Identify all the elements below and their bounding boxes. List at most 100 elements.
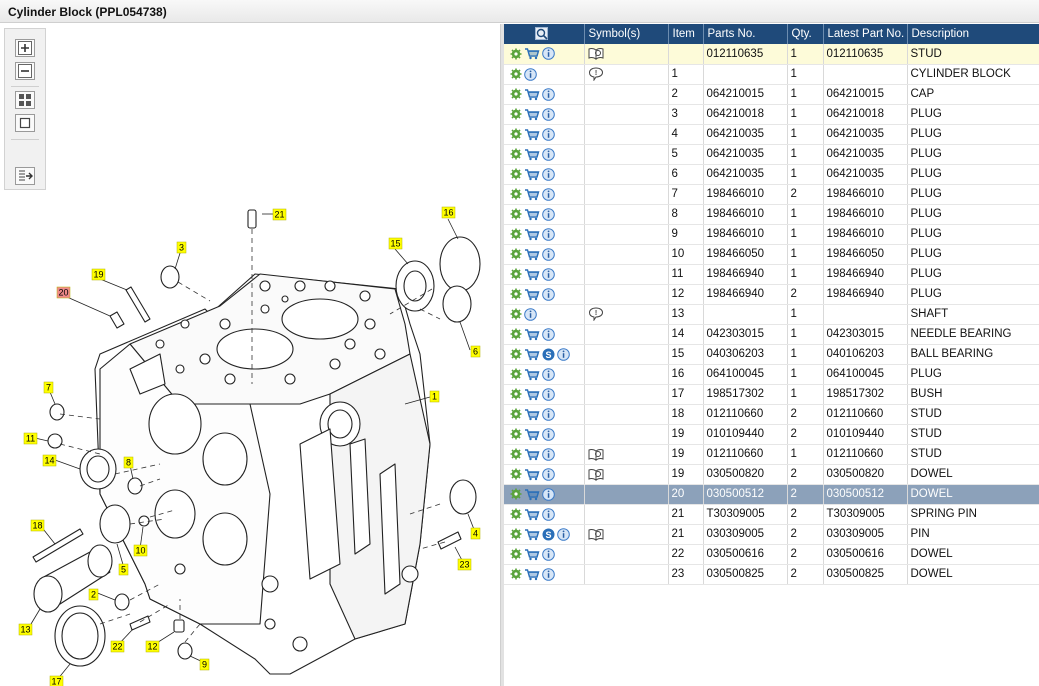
info-icon[interactable]	[542, 327, 555, 341]
gear-icon[interactable]	[510, 388, 522, 400]
callout-10[interactable]: 10	[133, 544, 148, 557]
diagram-pane[interactable]: 21 16 3 15 19 20 6 7 1 11 14 8 18 4 5 10 23 2 13 22 12 9 17	[0, 24, 500, 686]
cart-icon[interactable]	[524, 568, 540, 581]
cart-icon[interactable]	[524, 508, 540, 521]
header-item[interactable]: Item	[668, 24, 704, 44]
substitute-icon[interactable]: S	[542, 528, 555, 541]
gear-icon[interactable]	[510, 428, 522, 440]
callout-20[interactable]: 20	[56, 286, 71, 299]
info-icon[interactable]	[542, 547, 555, 561]
note-symbol-icon[interactable]: !	[588, 307, 604, 321]
info-icon[interactable]	[542, 107, 555, 121]
info-icon[interactable]	[542, 247, 555, 261]
cart-icon[interactable]	[524, 108, 540, 121]
gear-icon[interactable]	[510, 268, 522, 280]
callout-4[interactable]: 4	[470, 527, 481, 540]
table-row[interactable]: 6 064210035 1 064210035 PLUG	[504, 164, 1039, 185]
table-row[interactable]: 11 198466940 1 198466940 PLUG	[504, 264, 1039, 285]
table-row[interactable]: 10 198466050 1 198466050 PLUG	[504, 244, 1039, 265]
table-row[interactable]: 2 064210015 1 064210015 CAP	[504, 84, 1039, 105]
zoom-in-button[interactable]	[15, 39, 35, 57]
callout-18[interactable]: 18	[30, 519, 45, 532]
gear-icon[interactable]	[510, 308, 522, 320]
cart-icon[interactable]	[524, 488, 540, 501]
sync-list-button[interactable]	[15, 167, 35, 185]
table-row[interactable]: 012110635 1 012110635 STUD	[504, 44, 1039, 65]
cart-icon[interactable]	[524, 88, 540, 101]
header-qty[interactable]: Qty.	[787, 24, 824, 44]
cart-icon[interactable]	[524, 148, 540, 161]
callout-16[interactable]: 16	[441, 206, 456, 219]
callout-3[interactable]: 3	[176, 241, 187, 254]
book-symbol-icon[interactable]	[588, 47, 604, 61]
cart-icon[interactable]	[524, 448, 540, 461]
callout-12[interactable]: 12	[145, 640, 160, 653]
gear-icon[interactable]	[510, 288, 522, 300]
cart-icon[interactable]	[524, 268, 540, 281]
gear-icon[interactable]	[510, 228, 522, 240]
gear-icon[interactable]	[510, 188, 522, 200]
gear-icon[interactable]	[510, 128, 522, 140]
table-row[interactable]: 22 030500616 2 030500616 DOWEL	[504, 544, 1039, 565]
callout-14[interactable]: 14	[42, 454, 57, 467]
info-icon[interactable]	[542, 167, 555, 181]
info-icon[interactable]	[542, 387, 555, 401]
cart-icon[interactable]	[524, 248, 540, 261]
table-row[interactable]: 21 T30309005 2 T30309005 SPRING PIN	[504, 504, 1039, 525]
callout-17[interactable]: 17	[49, 675, 64, 686]
callout-7[interactable]: 7	[43, 381, 54, 394]
gear-icon[interactable]	[510, 88, 522, 100]
gear-icon[interactable]	[510, 568, 522, 580]
header-latest-part-no[interactable]: Latest Part No.	[823, 24, 908, 44]
callout-21[interactable]: 21	[272, 208, 287, 221]
cart-icon[interactable]	[524, 328, 540, 341]
cart-icon[interactable]	[524, 288, 540, 301]
table-row[interactable]: 19 012110660 1 012110660 STUD	[504, 444, 1039, 465]
info-icon[interactable]	[542, 287, 555, 301]
callout-1[interactable]: 1	[429, 390, 440, 403]
table-row[interactable]: ! 13 1 SHAFT	[504, 304, 1039, 325]
header-parts-no[interactable]: Parts No.	[703, 24, 788, 44]
gear-icon[interactable]	[510, 408, 522, 420]
info-icon[interactable]	[542, 127, 555, 141]
callout-2[interactable]: 2	[88, 588, 99, 601]
gear-icon[interactable]	[510, 248, 522, 260]
table-row[interactable]: 4 064210035 1 064210035 PLUG	[504, 124, 1039, 145]
gear-icon[interactable]	[510, 328, 522, 340]
callout-5[interactable]: 5	[118, 563, 129, 576]
zoom-out-button[interactable]	[15, 62, 35, 80]
cart-icon[interactable]	[524, 348, 540, 361]
cart-icon[interactable]	[524, 368, 540, 381]
info-icon[interactable]	[542, 187, 555, 201]
table-row[interactable]: 19 010109440 2 010109440 STUD	[504, 424, 1039, 445]
info-icon[interactable]	[542, 467, 555, 481]
cart-icon[interactable]	[524, 208, 540, 221]
callout-23[interactable]: 23	[457, 558, 472, 571]
table-row[interactable]: ! 1 1 CYLINDER BLOCK	[504, 64, 1039, 85]
table-row[interactable]: 17 198517302 1 198517302 BUSH	[504, 384, 1039, 405]
info-icon[interactable]	[542, 407, 555, 421]
info-icon[interactable]	[542, 227, 555, 241]
cart-icon[interactable]	[524, 47, 540, 60]
cart-icon[interactable]	[524, 528, 540, 541]
gear-icon[interactable]	[510, 488, 522, 500]
cart-icon[interactable]	[524, 168, 540, 181]
info-icon[interactable]	[524, 307, 537, 321]
book-symbol-icon[interactable]	[588, 448, 604, 461]
actual-size-button[interactable]	[15, 114, 35, 132]
gear-icon[interactable]	[510, 348, 522, 360]
table-row[interactable]: 3 064210018 1 064210018 PLUG	[504, 104, 1039, 125]
callout-15[interactable]: 15	[388, 237, 403, 250]
info-icon[interactable]	[542, 147, 555, 161]
callout-19[interactable]: 19	[91, 268, 106, 281]
cart-icon[interactable]	[524, 388, 540, 401]
info-icon[interactable]	[542, 567, 555, 581]
cart-icon[interactable]	[524, 188, 540, 201]
callout-22[interactable]: 22	[110, 640, 125, 653]
table-row[interactable]: 8 198466010 1 198466010 PLUG	[504, 204, 1039, 225]
table-row[interactable]: 19 030500820 2 030500820 DOWEL	[504, 464, 1039, 485]
cart-icon[interactable]	[524, 468, 540, 481]
header-symbols[interactable]: Symbol(s)	[584, 24, 669, 44]
info-icon[interactable]	[542, 267, 555, 281]
info-icon[interactable]	[542, 507, 555, 521]
